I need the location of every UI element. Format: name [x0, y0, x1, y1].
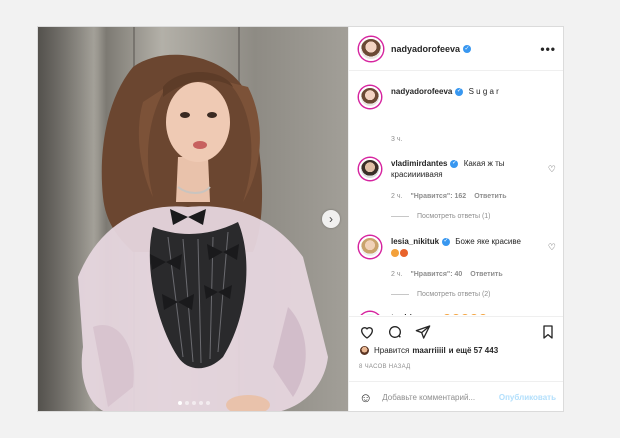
commenter-username[interactable]: trodriguezzz [391, 313, 438, 315]
comment-row: trodriguezzz [359, 312, 556, 315]
likes-prefix: Нравится [374, 346, 410, 355]
emoji-icon [391, 248, 409, 257]
author-username[interactable]: nadyadorofeeva [391, 44, 460, 54]
comment-time: 2 ч. [391, 271, 403, 278]
post-header: nadyadorofeeva ✓ ••• [349, 27, 563, 71]
verified-badge-icon: ✓ [463, 44, 472, 53]
share-paper-plane-icon[interactable] [415, 324, 431, 340]
author-avatar[interactable] [359, 86, 381, 108]
comment-time: 2 ч. [391, 193, 403, 200]
liker-avatar[interactable] [359, 345, 370, 356]
caption-row: nadyadorofeeva ✓ S u g a r [359, 86, 556, 108]
replies-divider [391, 216, 409, 217]
more-options-icon[interactable]: ••• [540, 42, 556, 56]
carousel-dots [178, 401, 210, 405]
comment-meta: 2 ч. "Нравится": 162 Ответить [391, 193, 507, 200]
post-time-ago[interactable]: 8 часов назад [359, 364, 410, 370]
comment-row: vladimirdantes ✓ Какая ж ты красииииваяя [359, 158, 556, 180]
like-comment-heart-icon[interactable]: ♡ [548, 164, 556, 175]
comment-meta: 2 ч. "Нравится": 40 Ответить [391, 271, 503, 278]
bookmark-save-icon[interactable] [540, 324, 556, 340]
view-replies-label[interactable]: Посмотреть ответы (2) [417, 291, 491, 298]
reply-link[interactable]: Ответить [470, 271, 502, 278]
next-photo-arrow-icon[interactable]: › [322, 210, 340, 228]
instagram-post-card: › nadyadorofeeva ✓ ••• nadyadorofeeva ✓ S… [37, 26, 564, 412]
comment-input[interactable]: Добавьте комментарий... [382, 393, 499, 402]
comment-row: lesia_nikituk ✓ Боже яке красиве [359, 236, 556, 258]
like-comment-heart-icon[interactable]: ♡ [548, 242, 556, 253]
heart-like-icon[interactable] [359, 324, 375, 340]
verified-badge-icon: ✓ [455, 87, 464, 96]
woman-figure-illustration [78, 54, 328, 411]
comment-likes[interactable]: "Нравится": 162 [410, 193, 466, 200]
add-comment-bar: ☺ Добавьте комментарий... Опубликовать [349, 381, 563, 411]
caption-time: 3 ч. [391, 136, 403, 143]
post-actions [349, 316, 563, 346]
comment-text: lesia_nikituk ✓ Боже яке красиве [391, 236, 541, 258]
comment-bubble-icon[interactable] [387, 324, 403, 340]
emoji-row-icon [443, 313, 488, 315]
caption-body: S u g a r [468, 87, 499, 96]
liker-username[interactable]: maarriiiil [412, 346, 445, 355]
view-replies[interactable]: Посмотреть ответы (2) [391, 291, 491, 298]
commenter-avatar[interactable] [359, 312, 381, 315]
likes-summary: Нравится maarriiiil и ещё 57 443 [359, 345, 556, 356]
post-photo[interactable]: › [38, 27, 348, 411]
commenter-avatar[interactable] [359, 158, 381, 180]
comments-list: nadyadorofeeva ✓ S u g a r 3 ч. vladimird… [349, 72, 563, 315]
caption-username[interactable]: nadyadorofeeva [391, 87, 452, 96]
commenter-avatar[interactable] [359, 236, 381, 258]
post-comment-button[interactable]: Опубликовать [499, 393, 556, 402]
view-replies[interactable]: Посмотреть ответы (1) [391, 213, 491, 220]
post-sidebar: nadyadorofeeva ✓ ••• nadyadorofeeva ✓ S u… [348, 27, 563, 411]
commenter-username[interactable]: vladimirdantes [391, 159, 447, 168]
author-avatar[interactable] [359, 36, 383, 61]
likes-count[interactable]: и ещё 57 443 [449, 346, 498, 355]
comment-likes[interactable]: "Нравится": 40 [410, 271, 462, 278]
verified-badge-icon: ✓ [442, 237, 451, 246]
comment-body: Боже яке красиве [455, 237, 521, 246]
reply-link[interactable]: Ответить [474, 193, 506, 200]
view-replies-label[interactable]: Посмотреть ответы (1) [417, 213, 491, 220]
caption-text: nadyadorofeeva ✓ S u g a r [391, 86, 541, 108]
emoji-picker-icon[interactable]: ☺ [359, 390, 372, 405]
replies-divider [391, 294, 409, 295]
comment-text: vladimirdantes ✓ Какая ж ты красииииваяя [391, 158, 541, 180]
verified-badge-icon: ✓ [450, 159, 459, 168]
comment-text: trodriguezzz [391, 312, 541, 315]
commenter-username[interactable]: lesia_nikituk [391, 237, 439, 246]
caption-meta: 3 ч. [391, 136, 402, 143]
